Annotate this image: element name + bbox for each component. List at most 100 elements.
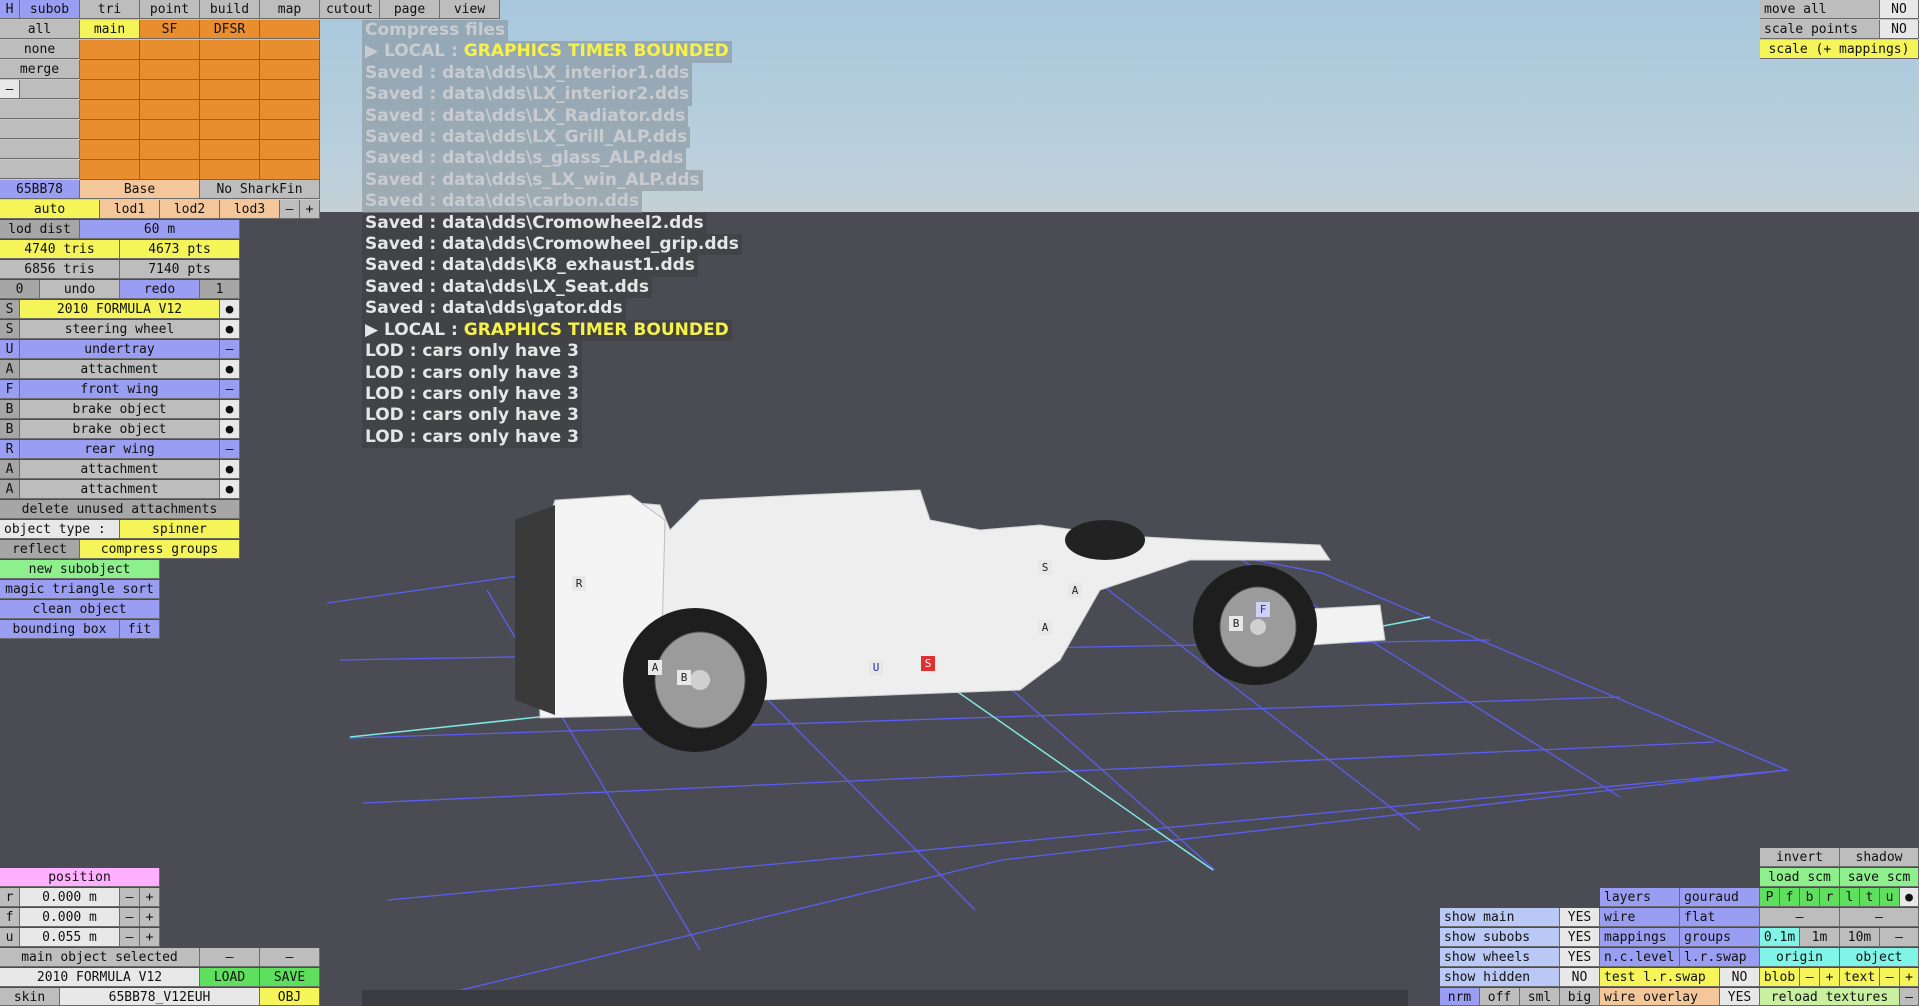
minus-button[interactable]: – xyxy=(0,80,20,99)
clean-object-button[interactable]: clean object xyxy=(0,600,160,619)
position-increment[interactable]: + xyxy=(140,888,160,907)
subobject-name[interactable]: attachment xyxy=(20,460,220,479)
compress-groups-button[interactable]: compress groups xyxy=(80,540,240,559)
subobject-visibility-toggle[interactable]: – xyxy=(220,440,240,459)
subobject-name[interactable]: undertray xyxy=(20,340,220,359)
magic-triangle-sort-button[interactable]: magic triangle sort xyxy=(0,580,160,599)
load-scm-button[interactable]: load scm xyxy=(1760,868,1840,887)
base-skin[interactable]: Base xyxy=(80,180,200,199)
text-plus[interactable]: + xyxy=(1900,968,1919,987)
subobject-name[interactable]: attachment xyxy=(20,480,220,499)
grid-size-1m[interactable]: 1m xyxy=(1800,928,1840,947)
lod-plus[interactable]: + xyxy=(300,200,320,219)
subobject-visibility-toggle[interactable]: – xyxy=(220,340,240,359)
subobject-letter[interactable]: S xyxy=(0,300,20,319)
color-code[interactable]: 65BB78 xyxy=(0,180,80,199)
marker-rear-wing[interactable]: R xyxy=(572,576,586,591)
layer-flag-toggle[interactable]: l xyxy=(1840,888,1860,907)
position-increment[interactable]: + xyxy=(140,908,160,927)
view-mode-nrm[interactable]: nrm xyxy=(1440,988,1480,1006)
subobject-name[interactable]: steering wheel xyxy=(20,320,220,339)
subobject-name[interactable]: attachment xyxy=(20,360,220,379)
show-subobs-toggle[interactable]: YES xyxy=(1560,928,1600,947)
marker-attachment[interactable]: A xyxy=(1068,583,1082,598)
group-main[interactable]: main xyxy=(80,20,140,39)
bounding-box-button[interactable]: bounding box xyxy=(0,620,120,639)
nc-level-button[interactable]: n.c.level xyxy=(1600,948,1680,967)
subobject-visibility-toggle[interactable]: ● xyxy=(220,300,240,319)
no-sharkfin-option[interactable]: No SharkFin xyxy=(200,180,320,199)
marker-attachment[interactable]: A xyxy=(1038,620,1052,635)
lod3-button[interactable]: lod3 xyxy=(220,200,280,219)
subobject-visibility-toggle[interactable]: ● xyxy=(220,420,240,439)
layer-flag-toggle[interactable]: t xyxy=(1860,888,1880,907)
blob-plus[interactable]: + xyxy=(1820,968,1840,987)
text-button[interactable]: text xyxy=(1840,968,1880,987)
subobject-visibility-toggle[interactable]: ● xyxy=(220,360,240,379)
layer-flag-toggle[interactable]: ● xyxy=(1900,888,1919,907)
subobject-letter[interactable]: F xyxy=(0,380,20,399)
layer-flag-toggle[interactable]: f xyxy=(1780,888,1800,907)
flat-button[interactable]: flat xyxy=(1680,908,1760,927)
subobject-name[interactable]: 2010 FORMULA V12 xyxy=(20,300,220,319)
wire-button[interactable]: wire xyxy=(1600,908,1680,927)
view-mode-off[interactable]: off xyxy=(1480,988,1520,1006)
minus-button[interactable]: – xyxy=(200,948,260,967)
subobject-letter[interactable]: S xyxy=(0,320,20,339)
subobject-letter[interactable]: A xyxy=(0,460,20,479)
minus-button[interactable]: – xyxy=(260,948,320,967)
lod1-button[interactable]: lod1 xyxy=(100,200,160,219)
lod2-button[interactable]: lod2 xyxy=(160,200,220,219)
origin-button[interactable]: origin xyxy=(1760,948,1840,967)
grid-size-10m[interactable]: 10m xyxy=(1840,928,1880,947)
gouraud-button[interactable]: gouraud xyxy=(1680,888,1760,907)
redo-button[interactable]: redo xyxy=(120,280,200,299)
skin-value[interactable]: 65BB78_V12EUH xyxy=(60,988,260,1006)
minus-button[interactable]: – xyxy=(1840,908,1919,927)
tab-build[interactable]: build xyxy=(200,0,260,19)
subobject-name[interactable]: brake object xyxy=(20,420,220,439)
marker-brake[interactable]: B xyxy=(677,670,691,685)
scale-points-toggle[interactable]: NO xyxy=(1880,20,1919,39)
tab-subob[interactable]: subob xyxy=(20,0,80,19)
tab-point[interactable]: point xyxy=(140,0,200,19)
h-toggle[interactable]: H xyxy=(0,0,20,19)
subobject-letter[interactable]: B xyxy=(0,420,20,439)
group-sf[interactable]: SF xyxy=(140,20,200,39)
group-matrix[interactable] xyxy=(80,40,320,180)
test-lr-swap-toggle[interactable]: NO xyxy=(1720,968,1760,987)
position-value-field[interactable]: 0.000 m xyxy=(20,888,120,907)
position-decrement[interactable]: – xyxy=(120,908,140,927)
shadow-button[interactable]: shadow xyxy=(1840,848,1919,867)
marker-steering[interactable]: S xyxy=(1038,560,1052,575)
scale-mappings-button[interactable]: scale (+ mappings) xyxy=(1760,40,1919,59)
tab-tri[interactable]: tri xyxy=(80,0,140,19)
subobject-visibility-toggle[interactable]: ● xyxy=(220,320,240,339)
save-scm-button[interactable]: save scm xyxy=(1840,868,1919,887)
reflect-button[interactable]: reflect xyxy=(0,540,80,559)
grid-minus[interactable]: – xyxy=(1880,928,1919,947)
show-wheels-toggle[interactable]: YES xyxy=(1560,948,1600,967)
subobject-name[interactable]: front wing xyxy=(20,380,220,399)
view-mode-big[interactable]: big xyxy=(1560,988,1600,1006)
position-decrement[interactable]: – xyxy=(120,888,140,907)
marker-front-wing[interactable]: F xyxy=(1256,602,1270,617)
subobject-letter[interactable]: B xyxy=(0,400,20,419)
position-decrement[interactable]: – xyxy=(120,928,140,947)
marker-attachment[interactable]: A xyxy=(648,660,662,675)
layer-flag-toggle[interactable]: u xyxy=(1880,888,1900,907)
view-mode-sml[interactable]: sml xyxy=(1520,988,1560,1006)
subobject-letter[interactable]: U xyxy=(0,340,20,359)
marker-undertray[interactable]: U xyxy=(869,660,883,675)
blob-minus[interactable]: – xyxy=(1800,968,1820,987)
all-button[interactable]: all xyxy=(0,20,80,39)
new-subobject-button[interactable]: new subobject xyxy=(0,560,160,579)
subobject-letter[interactable]: A xyxy=(0,360,20,379)
object-name[interactable]: 2010 FORMULA V12 xyxy=(0,968,200,987)
layer-flag-toggle[interactable]: r xyxy=(1820,888,1840,907)
tab-view[interactable]: view xyxy=(440,0,500,19)
marker-selected-main[interactable]: S xyxy=(921,656,935,671)
subobject-letter[interactable]: R xyxy=(0,440,20,459)
group-dfsr[interactable]: DFSR xyxy=(200,20,260,39)
show-hidden-toggle[interactable]: NO xyxy=(1560,968,1600,987)
